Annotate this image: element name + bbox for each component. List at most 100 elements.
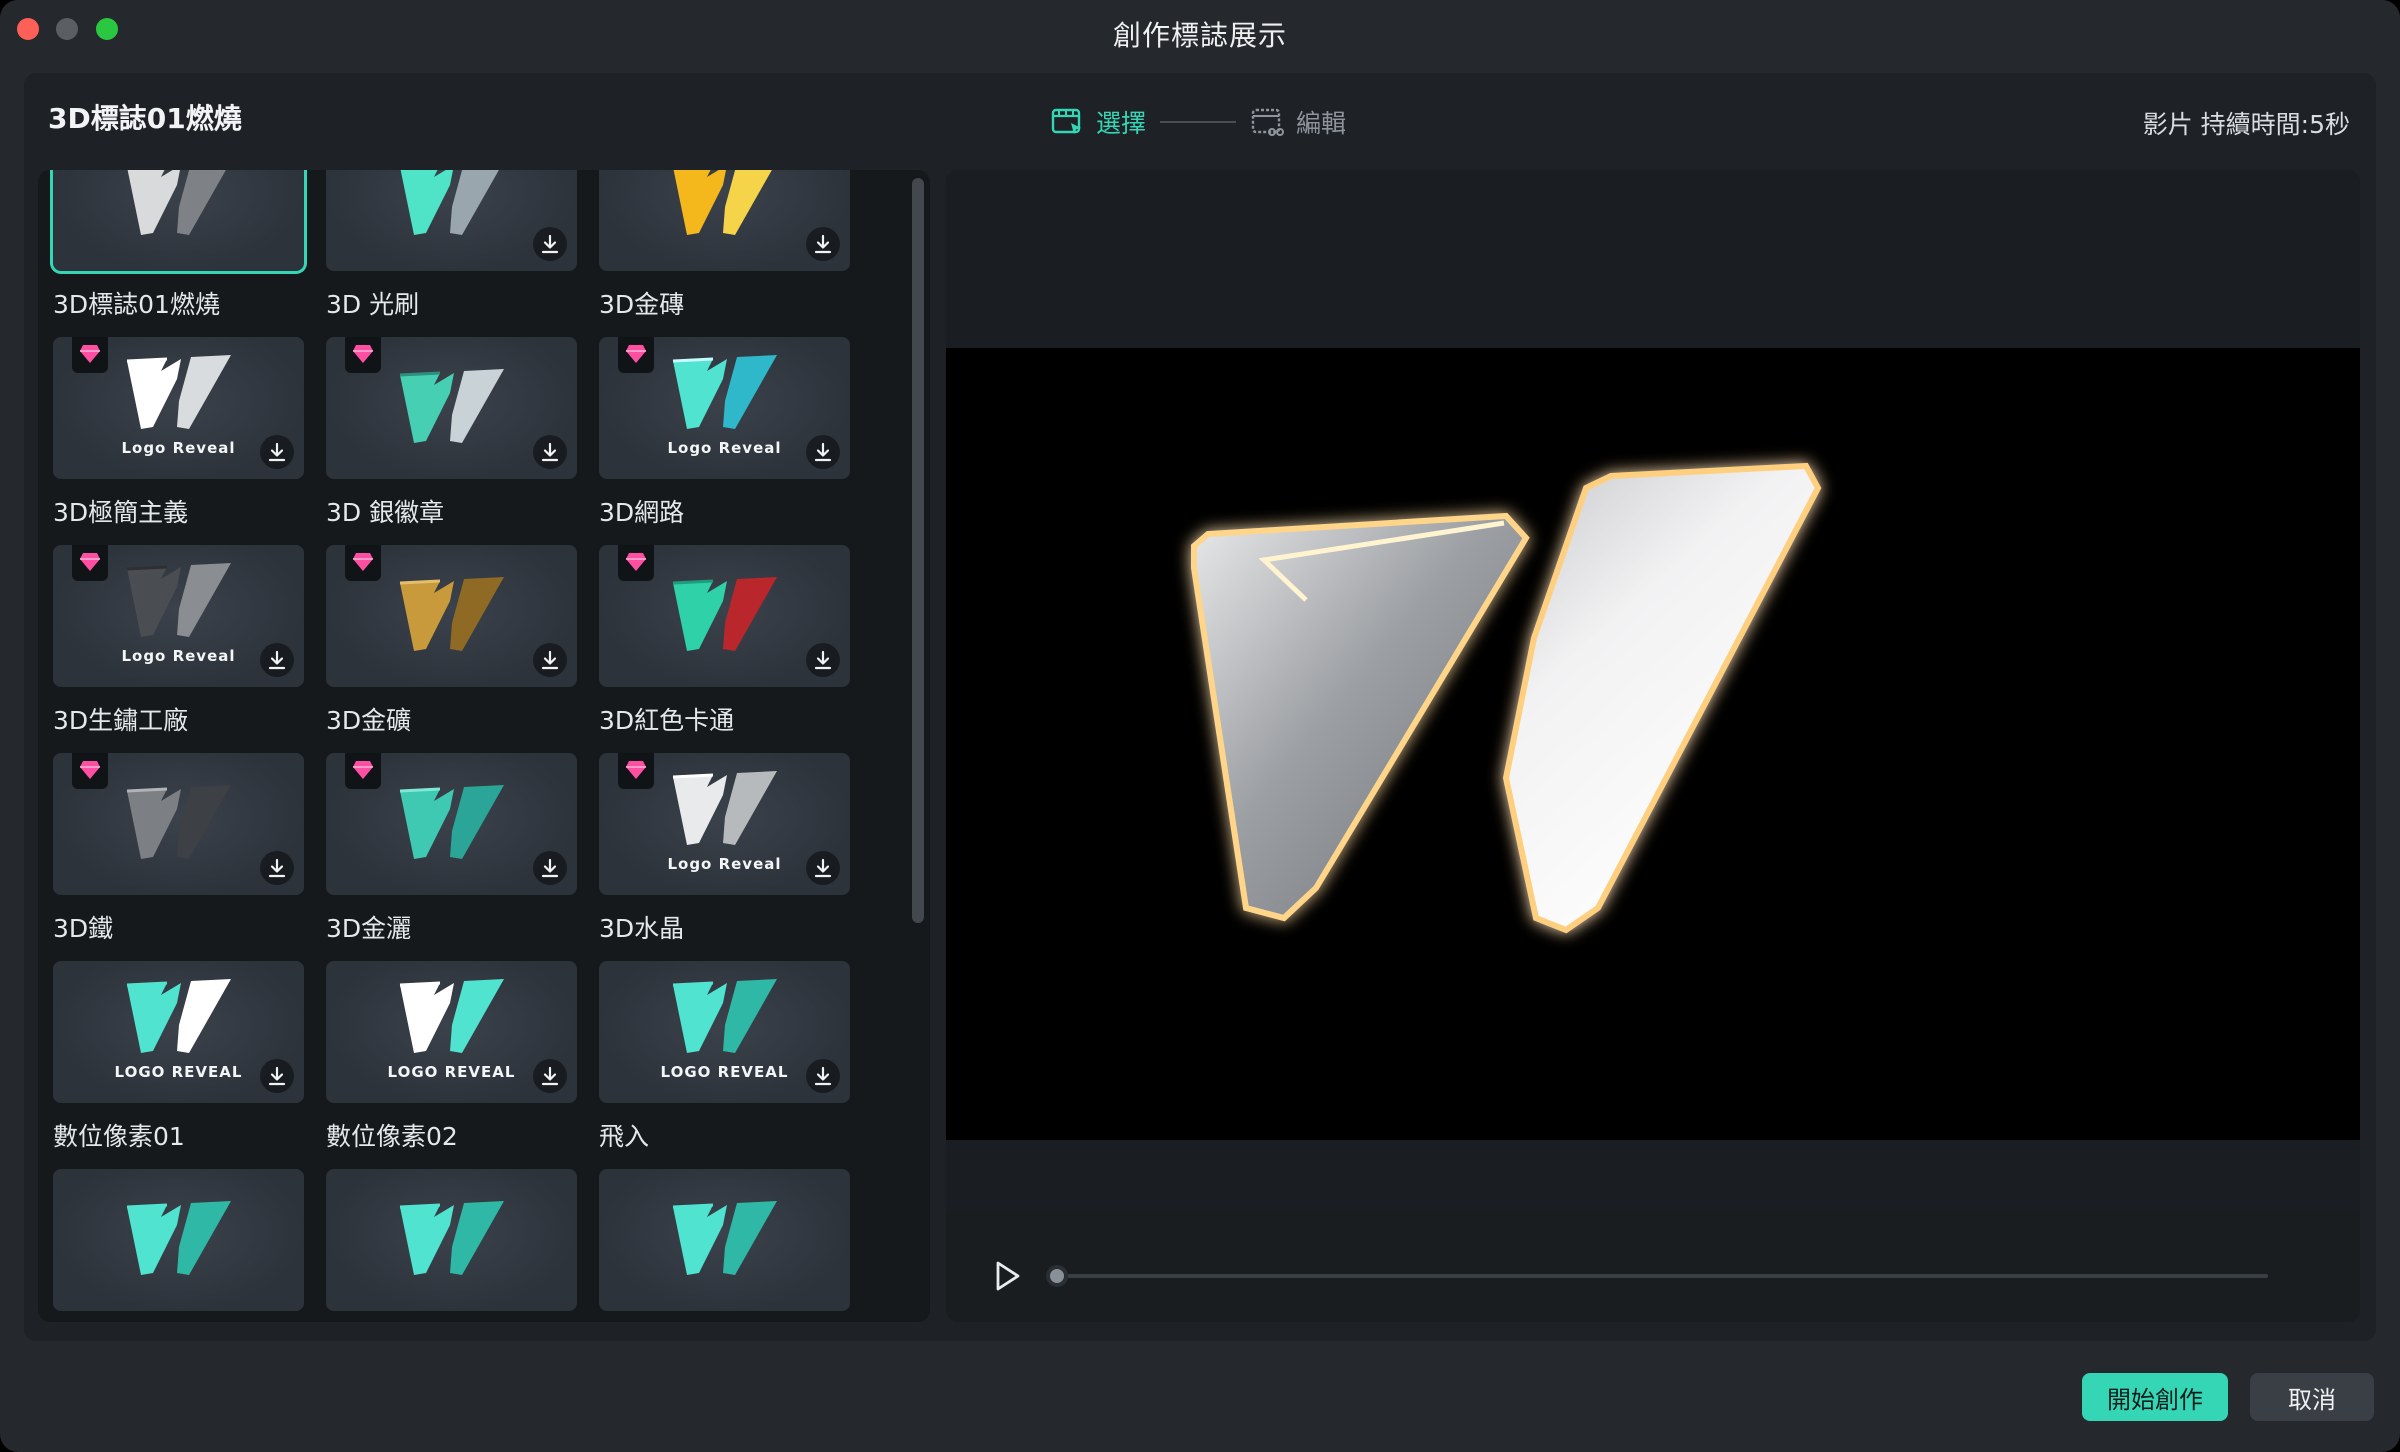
logo-thumbnail-icon <box>672 577 777 651</box>
download-icon[interactable] <box>260 1059 294 1093</box>
step-select[interactable]: 選擇 <box>1050 104 1146 140</box>
template-card-label: 3D極簡主義 <box>53 498 189 527</box>
template-thumbnail[interactable] <box>326 337 577 479</box>
template-thumbnail[interactable]: Logo Reveal <box>53 337 304 479</box>
template-thumbnail[interactable] <box>326 170 577 271</box>
download-icon[interactable] <box>533 643 567 677</box>
template-card-label: 數位像素01 <box>53 1122 185 1151</box>
preview-logo-image <box>1191 462 1822 934</box>
template-thumbnail[interactable] <box>50 170 307 274</box>
logo-thumbnail-icon <box>126 1201 231 1275</box>
logo-thumbnail-icon <box>399 577 504 651</box>
logo-thumbnail-icon <box>399 1201 504 1275</box>
premium-gem-icon <box>618 753 654 789</box>
template-thumbnail[interactable] <box>599 170 850 271</box>
logo-thumbnail-icon <box>399 785 504 859</box>
template-grid-scrollbar[interactable] <box>912 178 924 923</box>
download-icon[interactable] <box>806 227 840 261</box>
template-card[interactable]: 3D鐵 <box>53 753 304 945</box>
logo-thumbnail-icon <box>672 1201 777 1275</box>
step-indicator: 選擇 編輯 <box>1050 100 1346 144</box>
template-card[interactable] <box>53 1169 304 1311</box>
film-edit-icon <box>1251 108 1285 136</box>
template-card[interactable]: Logo Reveal 3D生鏽工廠 <box>53 545 304 737</box>
download-icon[interactable] <box>533 227 567 261</box>
template-card[interactable]: LOGO REVEAL 數位像素01 <box>53 961 304 1153</box>
premium-gem-icon <box>72 545 108 581</box>
template-card[interactable]: 3D標誌01燃燒 <box>50 170 307 321</box>
template-thumbnail[interactable] <box>326 1169 577 1311</box>
selected-template-title: 3D標誌01燃燒 <box>48 102 242 135</box>
download-icon[interactable] <box>806 643 840 677</box>
logo-thumbnail-icon <box>672 978 777 1053</box>
download-icon[interactable] <box>806 435 840 469</box>
step-edit-label: 編輯 <box>1296 109 1347 138</box>
start-create-button[interactable]: 開始創作 <box>2082 1373 2228 1421</box>
logo-thumbnail-icon <box>126 562 231 637</box>
template-thumbnail[interactable] <box>326 753 577 895</box>
download-icon[interactable] <box>806 1059 840 1093</box>
preview-letterbox-top <box>946 170 2360 348</box>
template-card[interactable]: LOGO REVEAL 數位像素02 <box>326 961 577 1153</box>
premium-gem-icon <box>618 545 654 581</box>
logo-thumbnail-icon <box>400 170 499 235</box>
template-card[interactable]: Logo Reveal 3D網路 <box>599 337 850 529</box>
template-card[interactable]: 3D金灑 <box>326 753 577 945</box>
progress-knob[interactable] <box>1046 1265 1068 1287</box>
premium-gem-icon <box>72 337 108 373</box>
download-icon[interactable] <box>260 643 294 677</box>
premium-gem-icon <box>72 753 108 789</box>
play-icon[interactable] <box>986 1256 1026 1296</box>
template-thumbnail[interactable]: LOGO REVEAL <box>326 961 577 1103</box>
download-icon[interactable] <box>533 1059 567 1093</box>
template-thumbnail[interactable] <box>326 545 577 687</box>
progress-track[interactable] <box>1058 1274 2268 1278</box>
template-thumbnail[interactable]: LOGO REVEAL <box>599 961 850 1103</box>
template-card-label: 3D 光刷 <box>326 290 420 319</box>
template-thumbnail[interactable] <box>599 1169 850 1311</box>
template-card[interactable] <box>599 1169 850 1311</box>
download-icon[interactable] <box>533 851 567 885</box>
film-select-icon <box>1051 108 1081 134</box>
cancel-button[interactable]: 取消 <box>2250 1373 2374 1421</box>
template-thumbnail[interactable]: Logo Reveal <box>599 753 850 895</box>
template-thumbnail[interactable]: LOGO REVEAL <box>53 961 304 1103</box>
template-card[interactable]: 3D 光刷 <box>326 170 577 321</box>
premium-gem-icon <box>345 753 381 789</box>
logo-thumbnail-icon <box>126 354 231 429</box>
template-card[interactable]: 3D紅色卡通 <box>599 545 850 737</box>
download-icon[interactable] <box>260 851 294 885</box>
template-grid: 3D標誌01燃燒 3D 光刷 3D金磚 Logo Reveal 3D極簡主義 3D 銀徽章… <box>38 170 930 1322</box>
logo-thumbnail-icon <box>126 785 231 859</box>
window-title: 創作標誌展示 <box>1112 19 1287 52</box>
download-icon[interactable] <box>260 435 294 469</box>
template-card[interactable]: 3D金礦 <box>326 545 577 737</box>
template-card[interactable]: LOGO REVEAL 飛入 <box>599 961 850 1153</box>
logo-thumbnail-icon <box>399 978 504 1053</box>
template-card-label: 3D網路 <box>599 498 685 527</box>
preview-video <box>946 348 2360 1140</box>
template-card-label: 3D水晶 <box>599 914 685 943</box>
template-thumbnail[interactable]: Logo Reveal <box>53 545 304 687</box>
template-thumbnail[interactable] <box>53 1169 304 1311</box>
template-card[interactable]: 3D 銀徽章 <box>326 337 577 529</box>
download-icon[interactable] <box>806 851 840 885</box>
title-bar: 創作標誌展示 <box>0 0 2400 62</box>
template-card[interactable]: Logo Reveal 3D水晶 <box>599 753 850 945</box>
template-card[interactable] <box>326 1169 577 1311</box>
template-thumbnail[interactable]: Logo Reveal <box>599 337 850 479</box>
template-card[interactable]: 3D金磚 <box>599 170 850 321</box>
step-edit[interactable]: 編輯 <box>1250 104 1346 140</box>
premium-gem-icon <box>618 337 654 373</box>
template-thumbnail[interactable] <box>53 753 304 895</box>
template-card-label: 3D金磚 <box>599 290 685 319</box>
download-icon[interactable] <box>533 435 567 469</box>
template-card-label: 3D鐵 <box>53 914 114 943</box>
template-card-label: 3D 銀徽章 <box>326 498 445 527</box>
logo-thumbnail-icon <box>672 770 777 845</box>
template-card-label: 3D生鏽工廠 <box>53 706 189 735</box>
template-card-label: 3D金礦 <box>326 706 412 735</box>
video-duration: 影片 持續時間:5秒 <box>2142 110 2350 139</box>
template-card[interactable]: Logo Reveal 3D極簡主義 <box>53 337 304 529</box>
template-thumbnail[interactable] <box>599 545 850 687</box>
